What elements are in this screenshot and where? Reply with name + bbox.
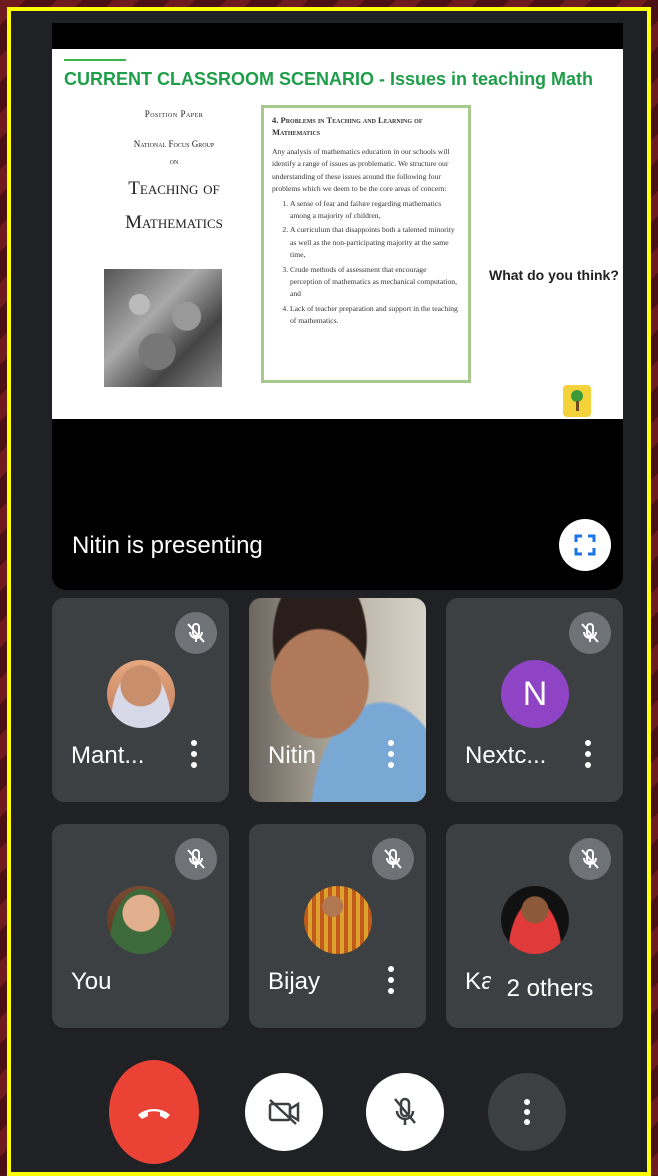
camera-off-icon (268, 1099, 300, 1125)
avatar (304, 886, 372, 954)
mic-off-icon (372, 838, 414, 880)
presentation-area: CURRENT CLASSROOM SCENARIO - Issues in t… (52, 23, 623, 590)
participant-name: Bijay (268, 968, 321, 995)
meet-window: CURRENT CLASSROOM SCENARIO - Issues in t… (7, 7, 651, 1176)
others-badge[interactable]: 2 others (489, 958, 611, 1020)
camera-toggle-button[interactable] (245, 1073, 323, 1151)
textbox-heading: 4. Problems in Teaching and Learning of … (272, 115, 423, 137)
avatar (107, 660, 175, 728)
participant-tile[interactable]: You (52, 824, 229, 1028)
participant-tile[interactable]: Nitin (249, 598, 426, 802)
slide-accent-line (64, 59, 126, 61)
participant-tile[interactable]: N Nextc... (446, 598, 623, 802)
end-call-button[interactable] (109, 1060, 199, 1164)
participant-tile[interactable]: Mant... (52, 598, 229, 802)
more-options-icon[interactable] (189, 740, 199, 774)
mic-off-icon (569, 838, 611, 880)
cover-title-line2: Mathematics (125, 212, 223, 233)
cover-focus-group: National Focus Group (133, 139, 215, 149)
shared-slide: CURRENT CLASSROOM SCENARIO - Issues in t… (52, 49, 623, 419)
fullscreen-icon (574, 534, 596, 556)
participant-name: Nitin (268, 742, 317, 769)
participant-tile[interactable]: Bijay (249, 824, 426, 1028)
list-item: A sense of fear and failure regarding ma… (290, 198, 460, 223)
tree-logo-icon (563, 385, 591, 417)
mic-toggle-button[interactable] (366, 1073, 444, 1151)
participant-name: You (71, 968, 112, 995)
avatar: N (501, 660, 569, 728)
more-options-button[interactable] (488, 1073, 566, 1151)
avatar-letter: N (501, 660, 569, 728)
participant-name: Mant... (71, 742, 145, 769)
participant-name: Nextc... (465, 742, 547, 769)
cover-position-paper: Position Paper (144, 109, 204, 119)
list-item: Lack of teacher preparation and support … (290, 303, 460, 328)
slide-title: CURRENT CLASSROOM SCENARIO - Issues in t… (64, 69, 594, 89)
mic-off-icon (175, 612, 217, 654)
avatar (501, 886, 569, 954)
cover-title-line1: Teaching of (128, 178, 220, 199)
presenting-label: Nitin is presenting (72, 532, 263, 559)
participant-video (249, 598, 426, 802)
cover-photo (104, 269, 222, 387)
more-options-icon[interactable] (583, 740, 593, 774)
phone-hangup-icon (138, 1109, 170, 1119)
more-options-icon[interactable] (386, 740, 396, 774)
book-cover: Position Paper National Focus Group on T… (74, 109, 274, 240)
textbox-body: Any analysis of mathematics education in… (272, 147, 450, 194)
slide-question: What do you think? (489, 267, 619, 283)
mic-off-icon (175, 838, 217, 880)
list-item: A curriculum that disappoints both a tal… (290, 224, 460, 261)
mic-off-icon (394, 1097, 416, 1125)
more-options-icon[interactable] (386, 966, 396, 1000)
avatar (107, 886, 175, 954)
fullscreen-button[interactable] (559, 519, 611, 571)
more-vert-icon (524, 1099, 530, 1125)
problems-textbox: 4. Problems in Teaching and Learning of … (261, 105, 471, 383)
problems-list: A sense of fear and failure regarding ma… (272, 198, 460, 328)
mic-off-icon (569, 612, 611, 654)
cover-on: on (169, 157, 179, 166)
list-item: Crude methods of assessment that encoura… (290, 264, 460, 301)
